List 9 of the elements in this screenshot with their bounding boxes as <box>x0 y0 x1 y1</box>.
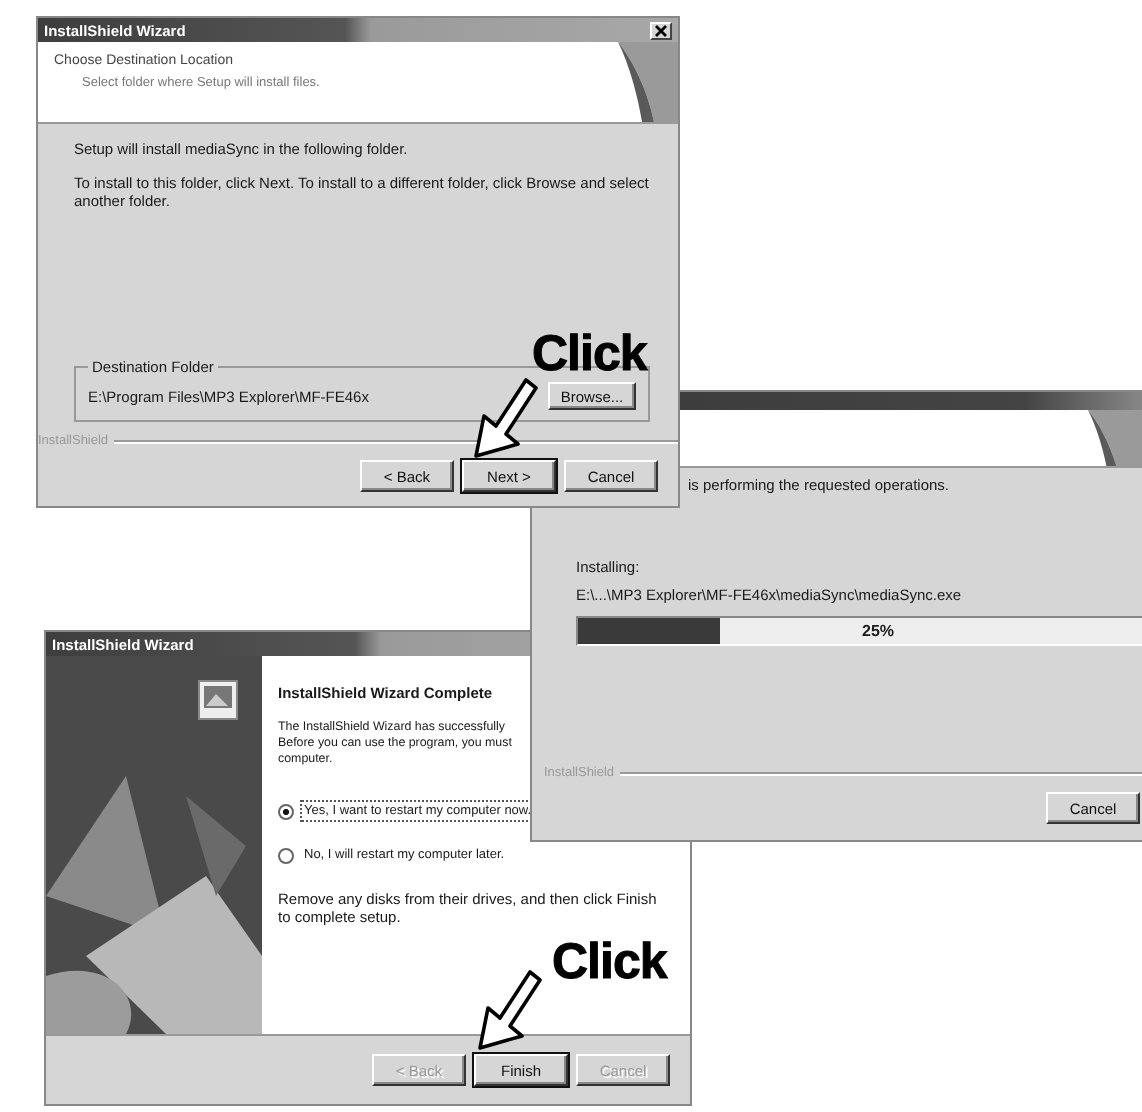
click-label: Click <box>552 938 667 988</box>
click-label: Click <box>532 330 647 380</box>
radio-button[interactable] <box>278 803 294 819</box>
monitor-icon <box>198 680 238 720</box>
radio-button[interactable] <box>278 847 294 863</box>
progress-reading: 25% <box>862 622 895 640</box>
arrow-icon <box>472 376 540 460</box>
close-button[interactable] <box>650 21 672 39</box>
close-icon <box>654 23 668 37</box>
